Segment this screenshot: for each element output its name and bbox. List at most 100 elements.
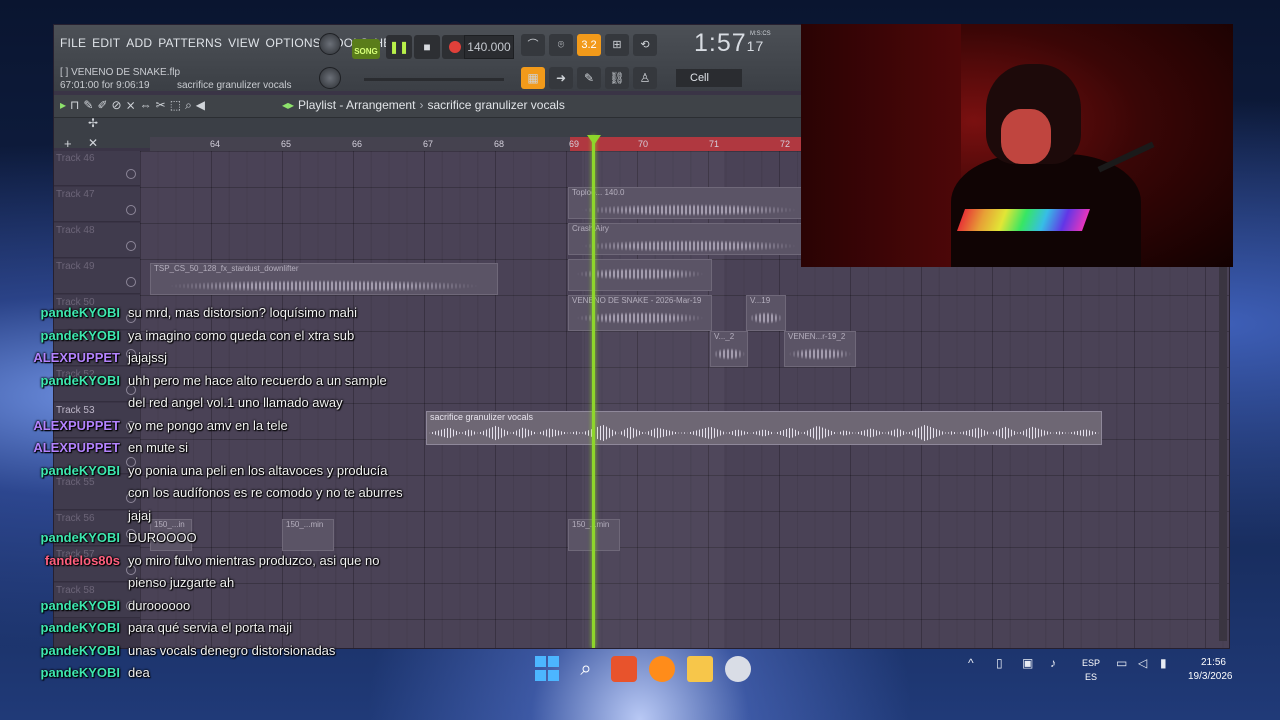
master-pitch-knob[interactable]	[319, 33, 341, 55]
audio-clip[interactable]: V..._2	[710, 331, 748, 367]
piano-roll-arrow-icon[interactable]: ➜	[549, 67, 573, 89]
menu-edit[interactable]: EDIT	[92, 36, 120, 50]
tray-app-icon[interactable]: ▣	[1022, 656, 1033, 670]
playhead-marker-icon[interactable]	[587, 135, 601, 145]
loop-record-icon[interactable]: ⟲	[633, 34, 657, 56]
master-slider[interactable]	[364, 78, 504, 81]
audio-clip[interactable]: Crash Airy	[568, 223, 810, 255]
track-led-icon[interactable]	[126, 241, 136, 251]
pattern-number-button[interactable]: 3.2	[577, 34, 601, 56]
audio-clip[interactable]	[568, 259, 712, 291]
stop-button[interactable]: ■	[414, 35, 440, 59]
chat-username[interactable]: pandeKYOBI	[41, 596, 120, 616]
snap-selector[interactable]: Cell	[676, 69, 742, 87]
ruler-label: 72	[780, 139, 791, 149]
audio-clip[interactable]: VENEN...r-19_2	[784, 331, 856, 367]
microphone-icon[interactable]: ♪	[1050, 656, 1056, 670]
app-icon[interactable]	[725, 656, 751, 682]
usb-icon[interactable]: ▯	[996, 656, 1003, 670]
system-clock[interactable]: 21:56 19/3/2026	[1188, 656, 1233, 684]
chat-username[interactable]: pandeKYOBI	[41, 528, 120, 548]
battery-icon[interactable]: ▮	[1160, 656, 1167, 670]
chat-username[interactable]: pandeKYOBI	[41, 371, 120, 391]
lang-top: ESP	[1082, 658, 1101, 668]
chat-username[interactable]: pandeKYOBI	[41, 461, 120, 481]
playlist-title: Playlist - Arrangement	[298, 98, 416, 112]
time-small: 17	[746, 38, 765, 54]
audio-clip[interactable]: V...19	[746, 295, 786, 331]
chat-username[interactable]: fandelos80s	[45, 551, 120, 571]
playlist-tools: ▸ ⊓ ✎ ✐ ⊘ ⨯ ⇔ ✂ ⬚ ⌕ ◀	[60, 98, 205, 113]
audio-clip[interactable]: TSP_CS_50_128_fx_stardust_downlifter	[150, 263, 498, 295]
metronome-icon[interactable]: ⌒	[521, 34, 545, 56]
track-header[interactable]: Track 48	[54, 223, 140, 258]
menu-options[interactable]: OPTIONS	[266, 36, 321, 50]
track-led-icon[interactable]	[126, 277, 136, 287]
language-indicator[interactable]: ESP ES	[1082, 656, 1100, 684]
link-icon[interactable]: ⛓	[605, 67, 629, 89]
tray-chevron-icon[interactable]: ^	[968, 656, 974, 670]
clip-waveform	[569, 310, 711, 326]
track-label: Track 46	[56, 153, 95, 164]
brave-browser-icon[interactable]	[611, 656, 637, 682]
pencil-icon[interactable]: ✎	[83, 98, 93, 113]
network-icon[interactable]: ▭	[1116, 656, 1127, 670]
magnet-icon[interactable]: ⊓	[70, 98, 79, 113]
paint-icon[interactable]: ✐	[97, 98, 107, 113]
audio-clip[interactable]: VENENO DE SNAKE - 2026-Mar-19	[568, 295, 712, 331]
song-mode-button[interactable]: SONG	[352, 39, 380, 59]
slice-icon[interactable]: ✂	[156, 98, 166, 113]
search-icon[interactable]: ⌕	[573, 656, 599, 682]
chat-text: uhh pero me hace alto recuerdo a un samp…	[128, 372, 387, 388]
volume-icon[interactable]: ◁	[1138, 656, 1147, 670]
clip-waveform	[429, 424, 1099, 442]
options-arrow-icon[interactable]: ▸	[60, 98, 66, 113]
clip-waveform	[151, 278, 497, 294]
chat-username[interactable]: pandeKYOBI	[41, 303, 120, 323]
master-volume-knob[interactable]	[319, 67, 341, 89]
tempo-display[interactable]: 140.000	[464, 35, 514, 59]
start-menu-icon[interactable]	[535, 656, 561, 682]
file-explorer-icon[interactable]	[687, 656, 713, 682]
chat-username[interactable]: pandeKYOBI	[41, 326, 120, 346]
add-track-icon[interactable]: +	[64, 136, 72, 151]
chat-username[interactable]: ALEXPUPPET	[33, 348, 120, 368]
fl-studio-icon[interactable]	[649, 656, 675, 682]
track-header[interactable]: Track 47	[54, 187, 140, 222]
pan-icon[interactable]: ✢	[88, 116, 98, 130]
chat-username[interactable]: ALEXPUPPET	[33, 416, 120, 436]
zoom-icon[interactable]: ⌕	[185, 98, 192, 113]
menu-view[interactable]: VIEW	[228, 36, 259, 50]
audio-clip[interactable]: Toploo... 140.0	[568, 187, 810, 219]
hint-time: 67:01:00 for 9:06:19	[60, 80, 150, 91]
playhead[interactable]	[592, 135, 595, 648]
chat-username[interactable]: ALEXPUPPET	[33, 438, 120, 458]
breadcrumb-sep: ›	[419, 98, 424, 112]
track-header[interactable]: Track 49	[54, 259, 140, 294]
playlist-current-clip[interactable]: sacrifice granulizer vocals	[427, 98, 564, 112]
mute-icon[interactable]: ⨯	[126, 98, 136, 113]
playlist-icon[interactable]: ▦	[521, 67, 545, 89]
blend-notes-icon[interactable]: ⊞	[605, 34, 629, 56]
menu-add[interactable]: ADD	[126, 36, 152, 50]
close-icon[interactable]: ✕	[88, 136, 98, 150]
select-icon[interactable]: ⬚	[170, 98, 181, 113]
plugin-picker-icon[interactable]: ♙	[633, 67, 657, 89]
menu-file[interactable]: FILE	[60, 36, 86, 50]
chat-text: su mrd, mas distorsion? loquísimo mahi	[128, 305, 358, 320]
menu-patterns[interactable]: PATTERNS	[158, 36, 222, 50]
selected-audio-clip[interactable]: sacrifice granulizer vocals	[426, 411, 1102, 445]
brush-icon[interactable]: ✎	[577, 67, 601, 89]
track-led-icon[interactable]	[126, 205, 136, 215]
chat-username[interactable]: pandeKYOBI	[41, 618, 120, 638]
delete-icon[interactable]: ⊘	[112, 98, 122, 113]
play-button[interactable]: ❚❚	[386, 35, 412, 59]
time-main: 1:57	[694, 29, 747, 57]
chat-text: jajaj	[128, 507, 152, 523]
track-header[interactable]: Track 46	[54, 151, 140, 186]
pause-icon: ❚❚	[388, 40, 410, 54]
track-led-icon[interactable]	[126, 169, 136, 179]
playback-icon[interactable]: ◀	[196, 98, 205, 113]
slip-icon[interactable]: ⇔	[140, 98, 152, 113]
wait-input-icon[interactable]: ⌾	[549, 34, 573, 56]
